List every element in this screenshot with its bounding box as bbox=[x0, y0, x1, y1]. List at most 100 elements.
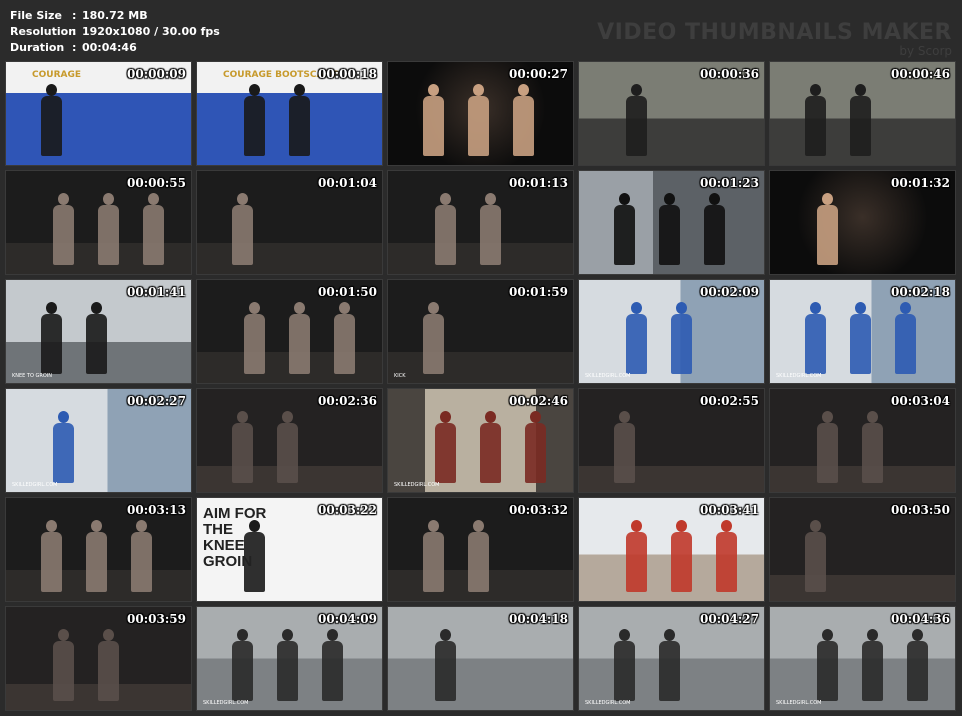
figure-head bbox=[428, 302, 439, 314]
brand-subtitle: by Scorp bbox=[899, 44, 952, 58]
figure-body bbox=[322, 641, 343, 701]
frame-caption: SKILLEDGIRL.COM bbox=[776, 700, 822, 706]
figure-body bbox=[232, 641, 253, 701]
figure-body bbox=[53, 205, 74, 265]
thumbnail-frame: 00:02:55 bbox=[578, 388, 765, 493]
figure-body bbox=[805, 314, 826, 374]
figure-body bbox=[614, 423, 635, 483]
resolution-row: Resolution : 1920x1080 / 30.00 fps bbox=[10, 25, 220, 38]
file-size-row: File Size : 180.72 MB bbox=[10, 9, 148, 22]
figure-body bbox=[614, 641, 635, 701]
figure-body bbox=[480, 423, 501, 483]
timestamp-label: 00:00:55 bbox=[127, 176, 186, 190]
timestamp-label: 00:02:55 bbox=[700, 394, 759, 408]
frame-caption: SKILLEDGIRL.COM bbox=[12, 482, 58, 488]
timestamp-label: 00:03:22 bbox=[318, 503, 377, 517]
timestamp-label: 00:03:59 bbox=[127, 612, 186, 626]
figure-body bbox=[435, 205, 456, 265]
figure-head bbox=[46, 302, 57, 314]
timestamp-label: 00:00:46 bbox=[891, 67, 950, 81]
figure-head bbox=[440, 629, 451, 641]
figure-head bbox=[664, 629, 675, 641]
duration-label: Duration bbox=[10, 41, 65, 54]
thumbnail-frame: 00:01:50 bbox=[196, 279, 383, 384]
timestamp-label: 00:03:32 bbox=[509, 503, 568, 517]
figure-body bbox=[244, 96, 265, 156]
thumbnail-frame: SKILLEDGIRL.COM 00:04:27 bbox=[578, 606, 765, 711]
figure-body bbox=[143, 205, 164, 265]
thumbnail-frame: COURAGE BOOTSCAMP 00:00:18 bbox=[196, 61, 383, 166]
frame-caption: KICK bbox=[394, 373, 406, 379]
figure-head bbox=[58, 629, 69, 641]
figure-body bbox=[862, 641, 883, 701]
thumbnail-frame: SKILLEDGIRL.COM 00:02:46 bbox=[387, 388, 574, 493]
figure-head bbox=[91, 302, 102, 314]
timestamp-label: 00:04:18 bbox=[509, 612, 568, 626]
figure-body bbox=[626, 96, 647, 156]
figure-head bbox=[473, 520, 484, 532]
figure-head bbox=[810, 84, 821, 96]
thumbnail-frame: 00:03:04 bbox=[769, 388, 956, 493]
figure-body bbox=[435, 641, 456, 701]
resolution-value: 1920x1080 / 30.00 fps bbox=[82, 25, 220, 38]
figure-body bbox=[817, 205, 838, 265]
thumbnail-frame: SKILLEDGIRL.COM 00:02:18 bbox=[769, 279, 956, 384]
thumbnail-frame: 00:03:50 bbox=[769, 497, 956, 602]
figure-body bbox=[850, 96, 871, 156]
figure-body bbox=[671, 532, 692, 592]
figure-head bbox=[676, 520, 687, 532]
file-size-value: 180.72 MB bbox=[82, 9, 148, 22]
thumbnail-frame: SKILLEDGIRL.COM 00:02:27 bbox=[5, 388, 192, 493]
figure-body bbox=[659, 205, 680, 265]
thumbnail-frame: COURAGE 00:00:09 bbox=[5, 61, 192, 166]
timestamp-label: 00:04:27 bbox=[700, 612, 759, 626]
figure-body bbox=[671, 314, 692, 374]
figure-head bbox=[721, 520, 732, 532]
figure-head bbox=[282, 629, 293, 641]
figure-head bbox=[46, 84, 57, 96]
figure-body bbox=[480, 205, 501, 265]
figure-body bbox=[895, 314, 916, 374]
thumbnail-grid: COURAGE 00:00:09 COURAGE BOOTSCAMP 00:00:18… bbox=[5, 61, 958, 711]
duration-value: 00:04:46 bbox=[82, 41, 137, 54]
thumbnail-frame: KNEE TO GROIN 00:01:41 bbox=[5, 279, 192, 384]
timestamp-label: 00:03:50 bbox=[891, 503, 950, 517]
timestamp-label: 00:02:36 bbox=[318, 394, 377, 408]
timestamp-label: 00:03:13 bbox=[127, 503, 186, 517]
figure-head bbox=[136, 520, 147, 532]
thumbnail-frame: 00:03:59 bbox=[5, 606, 192, 711]
figure-head bbox=[664, 193, 675, 205]
figure-body bbox=[277, 641, 298, 701]
figure-body bbox=[862, 423, 883, 483]
figure-head bbox=[518, 84, 529, 96]
frame-caption: SKILLEDGIRL.COM bbox=[585, 373, 631, 379]
figure-body bbox=[98, 641, 119, 701]
frame-caption: SKILLEDGIRL.COM bbox=[203, 700, 249, 706]
figure-body bbox=[704, 205, 725, 265]
figure-body bbox=[817, 423, 838, 483]
timestamp-label: 00:04:36 bbox=[891, 612, 950, 626]
timestamp-label: 00:01:50 bbox=[318, 285, 377, 299]
figure-head bbox=[530, 411, 541, 423]
timestamp-label: 00:00:27 bbox=[509, 67, 568, 81]
timestamp-label: 00:01:59 bbox=[509, 285, 568, 299]
brand-title: VIDEO THUMBNAILS MAKER bbox=[597, 20, 952, 45]
figure-body bbox=[232, 205, 253, 265]
thumbnail-frame: 00:02:36 bbox=[196, 388, 383, 493]
figure-head bbox=[709, 193, 720, 205]
figure-body bbox=[435, 423, 456, 483]
thumbnail-frame: 00:03:41 bbox=[578, 497, 765, 602]
duration-row: Duration : 00:04:46 bbox=[10, 41, 137, 54]
figure-head bbox=[237, 193, 248, 205]
figure-head bbox=[91, 520, 102, 532]
figure-body bbox=[614, 205, 635, 265]
thumbnail-frame: 00:01:04 bbox=[196, 170, 383, 275]
figure-body bbox=[423, 314, 444, 374]
thumbnail-frame: 00:00:27 bbox=[387, 61, 574, 166]
figure-head bbox=[294, 84, 305, 96]
thumbnail-frame: SKILLEDGIRL.COM 00:02:09 bbox=[578, 279, 765, 384]
figure-body bbox=[86, 314, 107, 374]
figure-head bbox=[294, 302, 305, 314]
thumbnail-frame: 00:01:23 bbox=[578, 170, 765, 275]
figure-body bbox=[53, 423, 74, 483]
